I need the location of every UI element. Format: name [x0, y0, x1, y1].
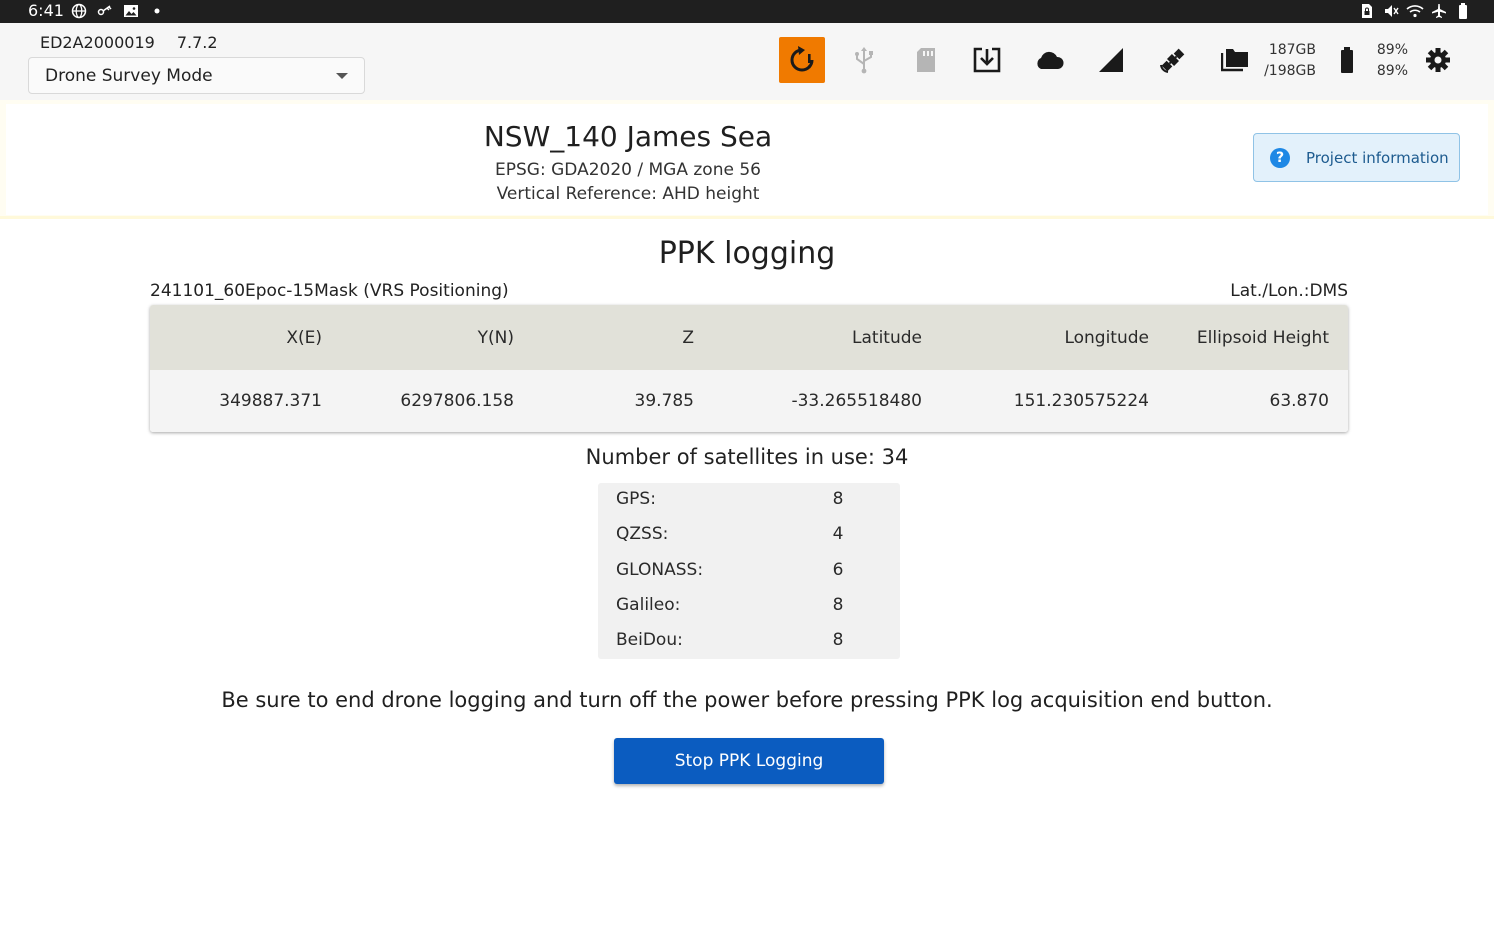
- constellation-count: 4: [832, 524, 844, 544]
- constellation-name: BeiDou:: [616, 630, 683, 650]
- satellite-row: Galileo: 8: [598, 589, 900, 624]
- mode-dropdown-value: Drone Survey Mode: [45, 65, 213, 86]
- satellite-count: Number of satellites in use: 34: [585, 445, 909, 469]
- key-icon: [96, 2, 114, 20]
- session-name: 241101_60Epoc-15Mask (VRS Positioning): [150, 281, 509, 301]
- ppk-title: PPK logging: [658, 236, 836, 271]
- mute-icon: [1382, 2, 1400, 20]
- constellation-name: GPS:: [616, 489, 656, 509]
- help-icon: ?: [1270, 147, 1290, 168]
- column-header-longitude: Longitude: [1064, 327, 1149, 348]
- wifi-icon: [1406, 2, 1424, 20]
- project-information-button[interactable]: ? Project information: [1253, 133, 1460, 182]
- constellation-name: GLONASS:: [616, 560, 704, 580]
- coordinate-format: Lat./Lon.:DMS: [1230, 281, 1348, 301]
- column-header-z: Z: [682, 327, 694, 348]
- signal-icon[interactable]: [1088, 37, 1134, 83]
- column-header-x: X(E): [286, 327, 322, 348]
- warning-message: Be sure to end drone logging and turn of…: [221, 688, 1273, 712]
- project-epsg: EPSG: GDA2020 / MGA zone 56: [495, 160, 761, 180]
- column-header-latitude: Latitude: [852, 327, 922, 348]
- position-table: X(E) Y(N) Z Latitude Longitude Ellipsoid…: [150, 305, 1348, 432]
- constellation-count: 8: [832, 489, 844, 509]
- notification-icons: [70, 2, 166, 20]
- airplane-icon: [1430, 2, 1448, 20]
- battery-icon: [1324, 37, 1370, 83]
- table-header: X(E) Y(N) Z Latitude Longitude Ellipsoid…: [150, 305, 1348, 370]
- storage-total: /198GB: [1264, 63, 1316, 79]
- project-name: NSW_140 James Sea: [483, 120, 773, 153]
- clock: 6:41: [28, 1, 64, 20]
- settings-icon[interactable]: [1415, 37, 1461, 83]
- satellite-row: GPS: 8: [598, 483, 900, 518]
- project-vertical-reference: Vertical Reference: AHD height: [496, 184, 760, 204]
- mode-dropdown[interactable]: Drone Survey Mode: [28, 57, 365, 94]
- satellite-row: GLONASS: 6: [598, 554, 900, 589]
- constellation-name: Galileo:: [616, 595, 681, 615]
- satellite-row: BeiDou: 8: [598, 624, 900, 659]
- sim-lock-icon: [1358, 2, 1376, 20]
- alert-refresh-icon[interactable]: [779, 37, 825, 83]
- battery-level-1: 89%: [1376, 42, 1408, 58]
- column-header-y: Y(N): [477, 327, 514, 348]
- stop-ppk-logging-button[interactable]: Stop PPK Logging: [614, 738, 884, 784]
- table-row: 349887.371 6297806.158 39.785 -33.265518…: [150, 370, 1348, 432]
- chevron-down-icon: [336, 73, 348, 79]
- constellation-name: QZSS:: [616, 524, 669, 544]
- storage-used: 187GB: [1268, 42, 1316, 58]
- folders-icon[interactable]: [1212, 37, 1258, 83]
- satellite-icon[interactable]: [1150, 37, 1196, 83]
- firmware-version: 7.7.2: [176, 33, 218, 52]
- battery-levels: 89% 89%: [1372, 40, 1408, 82]
- project-information-label: Project information: [1306, 148, 1449, 167]
- sd-card-icon[interactable]: [903, 37, 949, 83]
- usb-icon[interactable]: [841, 37, 887, 83]
- column-header-ellipsoid-height: Ellipsoid Height: [1196, 327, 1329, 348]
- device-id: ED2A2000019: [40, 33, 155, 52]
- image-icon: [122, 2, 140, 20]
- value-latitude: -33.265518480: [791, 391, 922, 411]
- value-ellipsoid-height: 63.870: [1269, 391, 1329, 411]
- download-icon[interactable]: [964, 37, 1010, 83]
- constellation-count: 6: [832, 560, 844, 580]
- dot-icon: [148, 2, 166, 20]
- system-icons: [1358, 2, 1472, 20]
- constellation-count: 8: [832, 595, 844, 615]
- device-info: ED2A2000019 7.7.2: [40, 33, 218, 52]
- battery-icon: [1454, 2, 1472, 20]
- value-y: 6297806.158: [400, 391, 514, 411]
- constellation-count: 8: [832, 630, 844, 650]
- satellite-row: QZSS: 4: [598, 518, 900, 553]
- value-z: 39.785: [634, 391, 694, 411]
- value-x: 349887.371: [219, 391, 322, 411]
- battery-level-2: 89%: [1376, 63, 1408, 79]
- system-status-bar: 6:41: [0, 0, 1494, 23]
- value-longitude: 151.230575224: [1013, 391, 1149, 411]
- satellite-table: GPS: 8 QZSS: 4 GLONASS: 6 Galileo: 8 Bei…: [598, 483, 900, 659]
- storage-indicator: 187GB /198GB: [1262, 40, 1316, 82]
- cloud-icon[interactable]: [1026, 37, 1072, 83]
- app-header: ED2A2000019 7.7.2 Drone Survey Mode 187G…: [0, 23, 1494, 100]
- globe-icon: [70, 2, 88, 20]
